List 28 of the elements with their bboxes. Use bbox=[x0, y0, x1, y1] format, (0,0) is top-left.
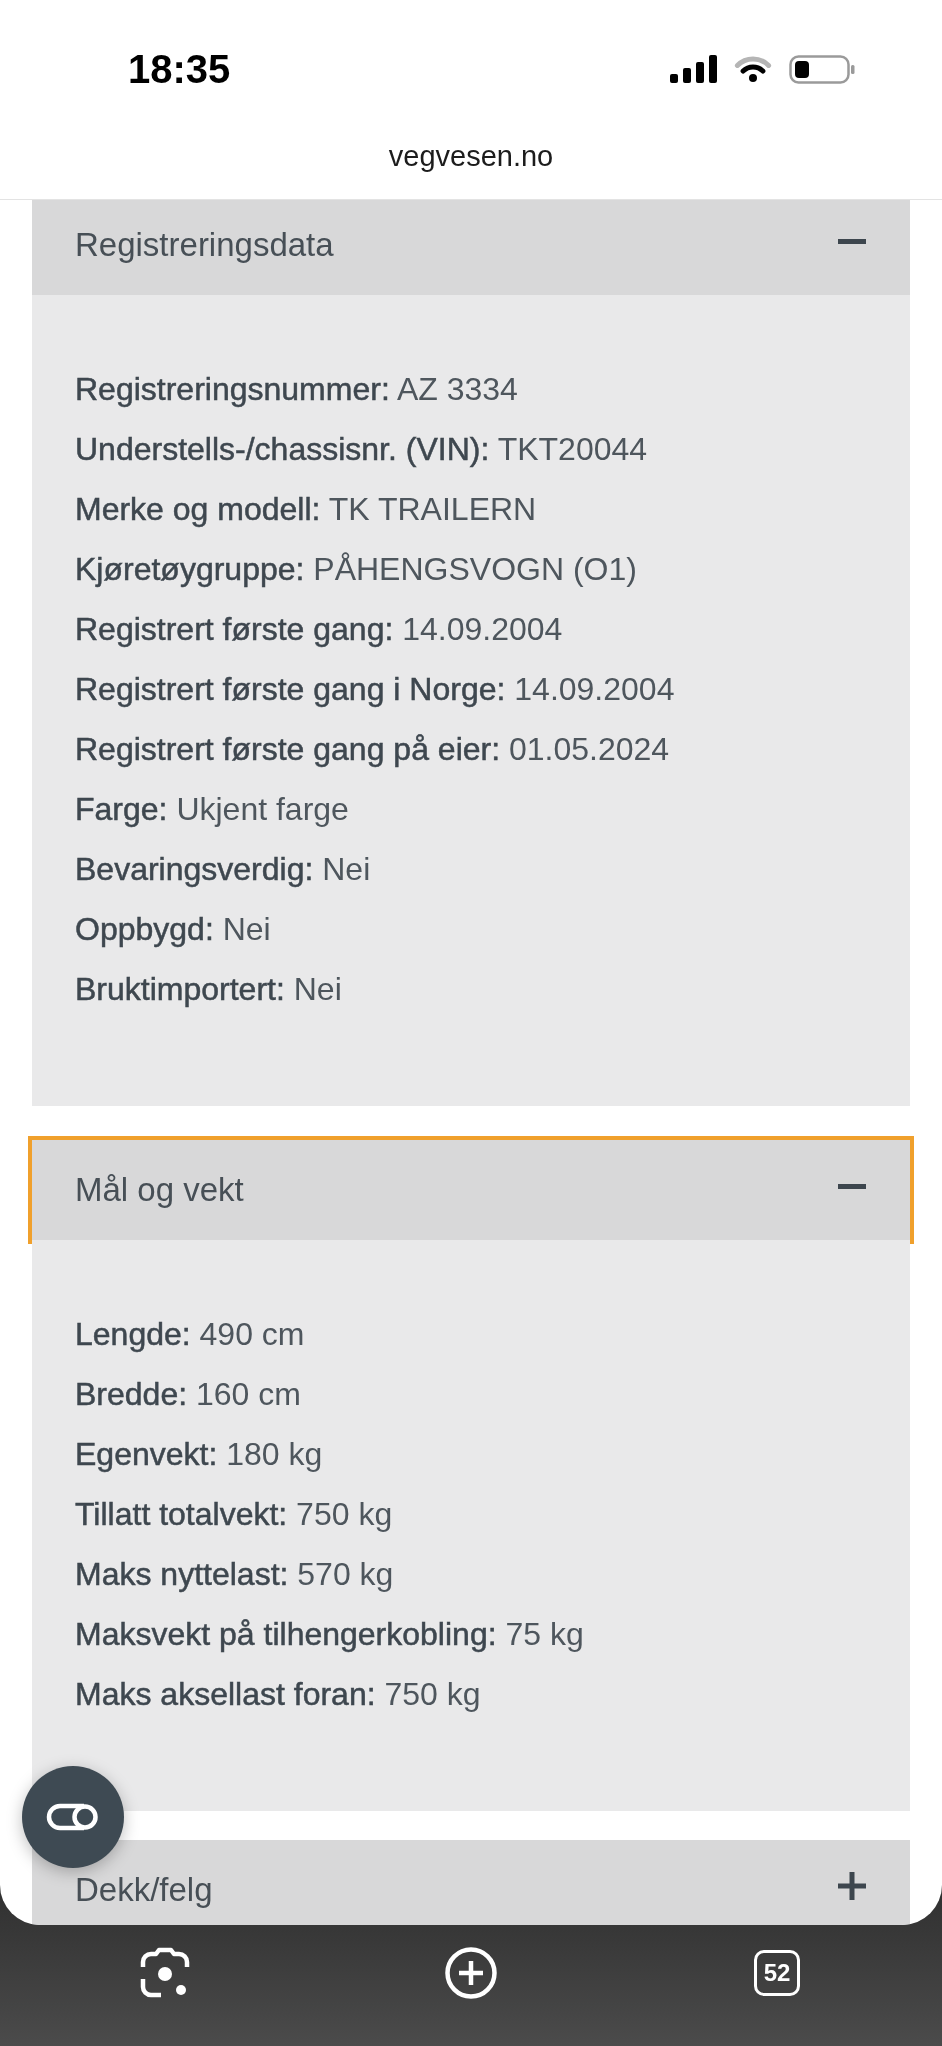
detail-line: Merke og modell: TK TRAILERN bbox=[75, 490, 538, 529]
detail-line: Tillatt totalvekt: 750 kg bbox=[75, 1495, 394, 1534]
detail-line: Registrert første gang på eier: 01.05.2024 bbox=[75, 730, 671, 769]
detail-line: Understells-/chassisnr. (VIN): TKT20044 bbox=[75, 430, 649, 469]
plus-circle-icon bbox=[445, 1947, 497, 1999]
detail-line: Lengde: 490 cm bbox=[75, 1315, 306, 1354]
detail-line: Farge: Ukjent farge bbox=[75, 790, 350, 829]
detail-line: Registrert første gang i Norge: 14.09.2004 bbox=[75, 670, 676, 709]
wifi-icon bbox=[733, 55, 773, 83]
tab-count-button[interactable]: 52 bbox=[754, 1950, 800, 1996]
camera-scan-icon bbox=[139, 1947, 191, 1999]
accordion-header[interactable]: Dekk/felg bbox=[32, 1840, 910, 1925]
detail-line: Kjøretøygruppe: PÅHENGSVOGN (O1) bbox=[75, 550, 638, 589]
status-time: 18:35 bbox=[128, 49, 231, 89]
detail-line: Maksvekt på tilhengerkobling: 75 kg bbox=[75, 1615, 585, 1654]
detail-line: Maks nyttelast: 570 kg bbox=[75, 1555, 395, 1594]
detail-line: Maks aksellast foran: 750 kg bbox=[75, 1675, 482, 1714]
accordion-header[interactable]: Registreringsdata bbox=[32, 200, 910, 295]
detail-line: Registrert første gang: 14.09.2004 bbox=[75, 610, 564, 649]
battery-icon bbox=[789, 54, 855, 84]
detail-line: Bredde: 160 cm bbox=[75, 1375, 302, 1414]
detail-line: Oppbygd: Nei bbox=[75, 910, 272, 949]
signal-icon bbox=[670, 55, 717, 83]
detail-line: Bevaringsverdig: Nei bbox=[75, 850, 372, 889]
toggle-icon bbox=[46, 1803, 100, 1831]
detail-line: Registreringsnummer: AZ 3334 bbox=[75, 370, 519, 409]
detail-line: Bruktimportert: Nei bbox=[75, 970, 343, 1009]
detail-line: Egenvekt: 180 kg bbox=[75, 1435, 324, 1474]
